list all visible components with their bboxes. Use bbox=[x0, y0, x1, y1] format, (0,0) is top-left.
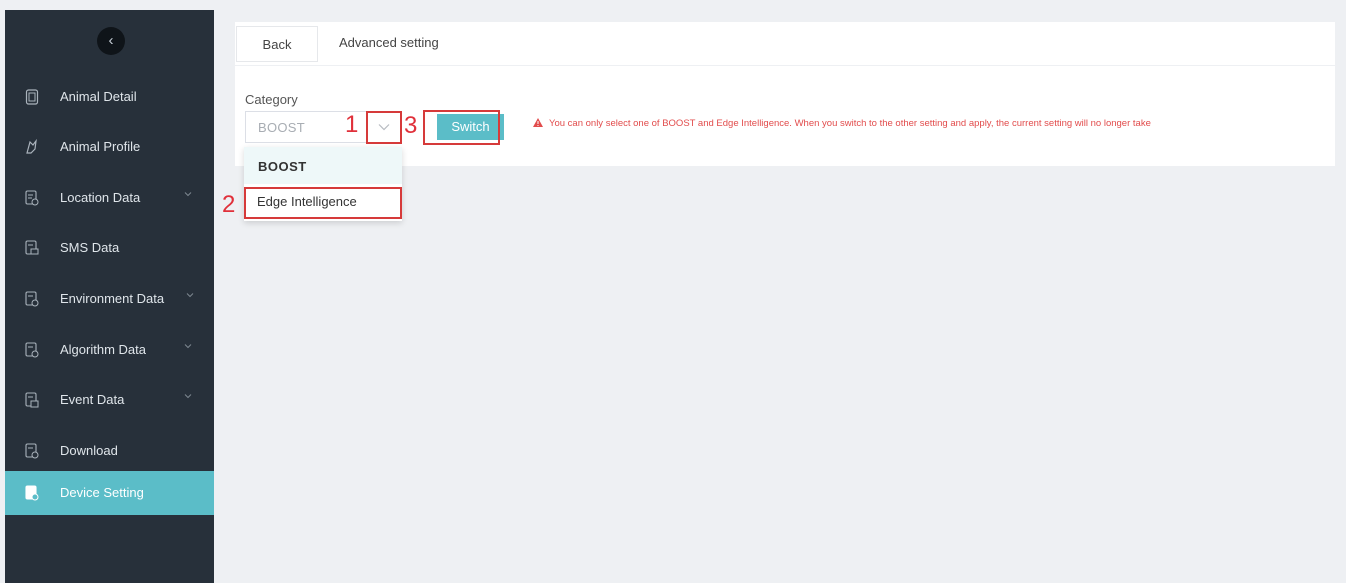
sidebar-item-download[interactable]: Download bbox=[5, 429, 214, 473]
category-label: Category bbox=[245, 92, 298, 107]
sidebar-item-label: Animal Profile bbox=[60, 139, 141, 154]
chevron-down-icon[interactable] bbox=[378, 123, 390, 131]
chevron-down-icon bbox=[184, 192, 192, 197]
animal-icon bbox=[26, 139, 37, 154]
annotation-number-1: 1 bbox=[345, 111, 359, 138]
annotation-number-3: 3 bbox=[404, 112, 418, 139]
sidebar-item-label: SMS Data bbox=[60, 240, 120, 255]
sidebar-item-animal-profile[interactable]: Animal Profile bbox=[5, 125, 214, 169]
sidebar-item-device-setting[interactable]: Device Setting bbox=[5, 471, 214, 515]
warning-message: You can only select one of BOOST and Edg… bbox=[533, 118, 1151, 129]
annotation-box-3 bbox=[423, 110, 500, 145]
device-setting-icon bbox=[25, 485, 39, 501]
sidebar-item-label: Animal Detail bbox=[60, 89, 137, 104]
sidebar-item-label: Download bbox=[60, 443, 118, 458]
sidebar-item-animal-detail[interactable]: Animal Detail bbox=[5, 75, 214, 119]
sidebar-item-sms-data[interactable]: SMS Data bbox=[5, 226, 214, 270]
sidebar-item-label: Algorithm Data bbox=[60, 342, 146, 357]
sidebar-item-location-data[interactable]: Location Data bbox=[5, 176, 214, 220]
sidebar-item-label: Event Data bbox=[60, 392, 125, 407]
page-header: Back Advanced setting bbox=[235, 22, 1335, 65]
warning-text: You can only select one of BOOST and Edg… bbox=[549, 118, 1151, 129]
sidebar-item-event-data[interactable]: Event Data bbox=[5, 378, 214, 422]
chevron-down-icon bbox=[186, 293, 194, 298]
data-event-icon bbox=[25, 392, 39, 408]
document-icon bbox=[25, 89, 39, 105]
dropdown-option-boost[interactable]: BOOST bbox=[244, 147, 402, 184]
sidebar-item-environment-data[interactable]: Environment Data bbox=[5, 277, 214, 321]
data-algorithm-icon bbox=[25, 342, 39, 358]
sidebar-item-label: Environment Data bbox=[60, 291, 165, 306]
data-environment-icon bbox=[25, 291, 39, 307]
main-content: Back Advanced setting Category BOOST Swi… bbox=[223, 10, 1346, 583]
data-location-icon bbox=[25, 190, 39, 206]
category-select-value: BOOST bbox=[258, 120, 306, 135]
sidebar: ‹ Animal Detail Animal Profile Location … bbox=[5, 10, 214, 583]
sidebar-item-label: Device Setting bbox=[60, 485, 144, 500]
chevron-down-icon bbox=[184, 344, 192, 349]
back-button[interactable]: Back bbox=[236, 26, 318, 62]
annotation-box-2 bbox=[244, 187, 402, 219]
chevron-down-icon bbox=[184, 394, 192, 399]
warning-icon bbox=[533, 118, 543, 127]
data-sms-icon bbox=[25, 240, 39, 255]
sidebar-item-algorithm-data[interactable]: Algorithm Data bbox=[5, 328, 214, 372]
annotation-number-2: 2 bbox=[222, 191, 236, 218]
dropdown-option-label: BOOST bbox=[258, 159, 307, 174]
page-title: Advanced setting bbox=[339, 35, 439, 50]
sidebar-item-label: Location Data bbox=[60, 190, 141, 205]
chevron-left-icon[interactable]: ‹ bbox=[97, 27, 125, 55]
data-download-icon bbox=[25, 443, 39, 459]
